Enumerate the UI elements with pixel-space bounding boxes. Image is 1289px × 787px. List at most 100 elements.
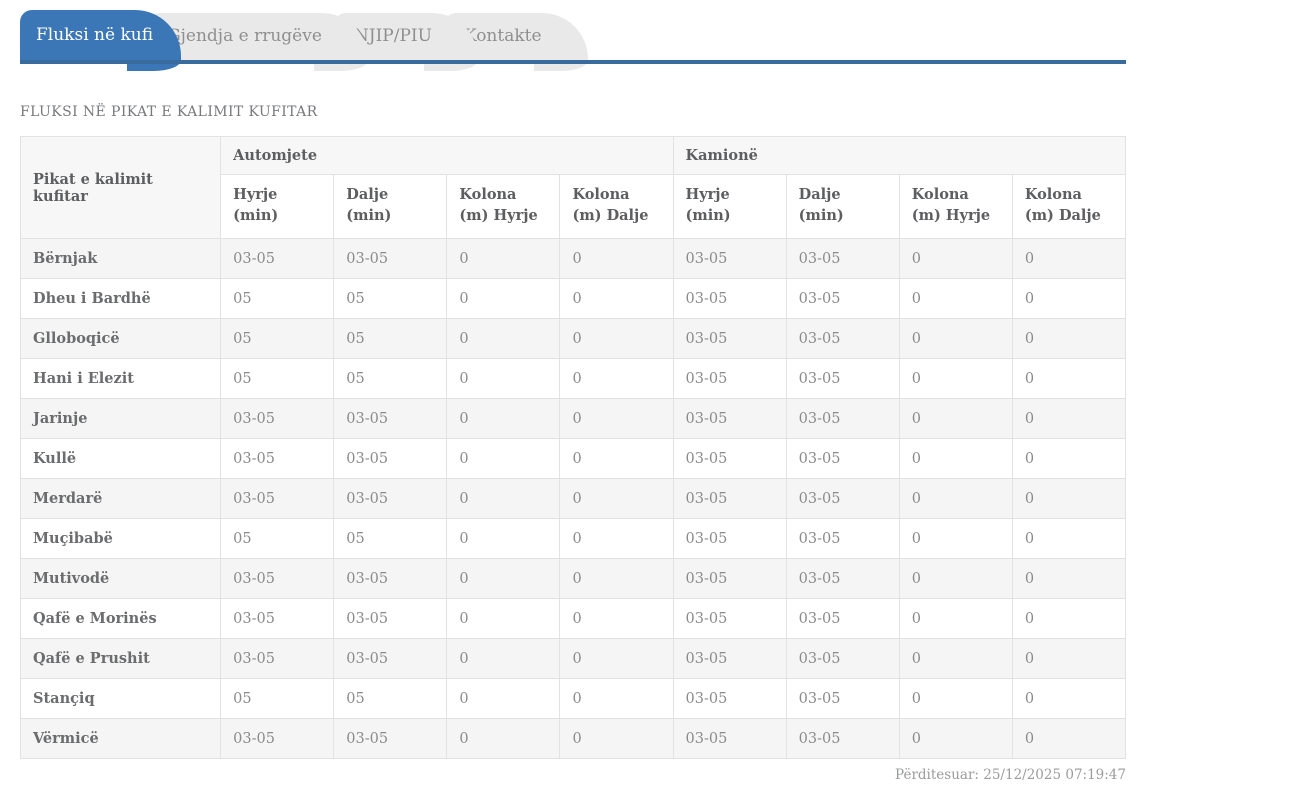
value-cell: 0 — [559, 678, 674, 719]
value-cell: 0 — [898, 238, 1013, 279]
value-cell: 0 — [446, 438, 561, 479]
table-header: Pikat e kalimit kufitar Automjete Kamion… — [19, 136, 1127, 239]
value-cell: 03-05 — [333, 598, 448, 639]
value-cell: 03-05 — [672, 278, 787, 319]
table-row: Vërmicë 03-05 03-05 0 0 03-05 03-05 0 0 — [19, 718, 1127, 759]
page-title: FLUKSI NË PIKAT E KALIMIT KUFITAR — [20, 104, 318, 120]
value-cell: 03-05 — [672, 238, 787, 279]
subheader-kamion-dalje-min: Dalje (min) — [785, 174, 900, 239]
value-cell: 0 — [1011, 238, 1127, 279]
value-cell: 03-05 — [220, 558, 335, 599]
value-cell: 05 — [220, 518, 335, 559]
value-cell: 03-05 — [785, 478, 900, 519]
value-cell: 03-05 — [672, 478, 787, 519]
value-cell: 0 — [446, 478, 561, 519]
value-cell: 03-05 — [333, 238, 448, 279]
subheader-kamion-hyrje-min: Hyrje (min) — [672, 174, 787, 239]
value-cell: 0 — [1011, 318, 1127, 359]
crossing-point-name: Qafë e Prushit — [19, 638, 222, 679]
table-row: Qafë e Morinës 03-05 03-05 0 0 03-05 03-05 0 0 — [19, 598, 1127, 639]
value-cell: 0 — [898, 398, 1013, 439]
value-cell: 03-05 — [785, 598, 900, 639]
tab-underline — [20, 60, 1126, 64]
value-cell: 0 — [446, 278, 561, 319]
table-row: Muçibabë 05 05 0 0 03-05 03-05 0 0 — [19, 518, 1127, 559]
value-cell: 03-05 — [785, 518, 900, 559]
value-cell: 0 — [559, 278, 674, 319]
value-cell: 0 — [1011, 518, 1127, 559]
value-cell: 0 — [898, 438, 1013, 479]
value-cell: 0 — [898, 318, 1013, 359]
value-cell: 0 — [559, 358, 674, 399]
group-header-automjete: Automjete — [220, 136, 674, 175]
value-cell: 05 — [333, 278, 448, 319]
value-cell: 0 — [559, 518, 674, 559]
table-row: Jarinje 03-05 03-05 0 0 03-05 03-05 0 0 — [19, 398, 1127, 439]
value-cell: 0 — [898, 718, 1013, 759]
crossing-point-name: Bërnjak — [19, 238, 222, 279]
value-cell: 05 — [220, 318, 335, 359]
value-cell: 0 — [446, 518, 561, 559]
crossing-point-name: Vërmicë — [19, 718, 222, 759]
value-cell: 0 — [559, 398, 674, 439]
crossing-point-name: Jarinje — [19, 398, 222, 439]
table-row: Stançiq 05 05 0 0 03-05 03-05 0 0 — [19, 678, 1127, 719]
value-cell: 0 — [446, 358, 561, 399]
table-row: Glloboqicë 05 05 0 0 03-05 03-05 0 0 — [19, 318, 1127, 359]
value-cell: 03-05 — [220, 638, 335, 679]
value-cell: 03-05 — [672, 558, 787, 599]
table-row: Merdarë 03-05 03-05 0 0 03-05 03-05 0 0 — [19, 478, 1127, 519]
value-cell: 03-05 — [220, 478, 335, 519]
crossing-point-name: Hani i Elezit — [19, 358, 222, 399]
subheader-auto-dalje-min: Dalje (min) — [333, 174, 448, 239]
value-cell: 03-05 — [672, 438, 787, 479]
value-cell: 0 — [446, 678, 561, 719]
table-row: Kullë 03-05 03-05 0 0 03-05 03-05 0 0 — [19, 438, 1127, 479]
value-cell: 0 — [1011, 558, 1127, 599]
value-cell: 0 — [446, 318, 561, 359]
table-row: Mutivodë 03-05 03-05 0 0 03-05 03-05 0 0 — [19, 558, 1127, 599]
value-cell: 03-05 — [220, 398, 335, 439]
value-cell: 0 — [898, 278, 1013, 319]
subheader-auto-hyrje-min: Hyrje (min) — [220, 174, 335, 239]
value-cell: 05 — [220, 278, 335, 319]
group-header-row: Pikat e kalimit kufitar Automjete Kamion… — [19, 136, 1127, 239]
value-cell: 0 — [446, 238, 561, 279]
value-cell: 0 — [559, 318, 674, 359]
value-cell: 03-05 — [672, 358, 787, 399]
value-cell: 03-05 — [672, 678, 787, 719]
crossing-point-name: Qafë e Morinës — [19, 598, 222, 639]
subheader-auto-kolona-hyrje: Kolona (m) Hyrje — [446, 174, 561, 239]
value-cell: 0 — [446, 558, 561, 599]
value-cell: 0 — [559, 718, 674, 759]
value-cell: 03-05 — [785, 358, 900, 399]
value-cell: 03-05 — [333, 398, 448, 439]
value-cell: 03-05 — [333, 478, 448, 519]
crossing-point-name: Kullë — [19, 438, 222, 479]
crossing-point-name: Stançiq — [19, 678, 222, 719]
value-cell: 03-05 — [785, 678, 900, 719]
value-cell: 0 — [559, 638, 674, 679]
value-cell: 0 — [1011, 678, 1127, 719]
value-cell: 0 — [898, 678, 1013, 719]
value-cell: 0 — [446, 718, 561, 759]
value-cell: 03-05 — [672, 398, 787, 439]
value-cell: 0 — [559, 558, 674, 599]
subheader-kamion-kolona-dalje: Kolona (m) Dalje — [1011, 174, 1127, 239]
value-cell: 05 — [333, 518, 448, 559]
last-updated-timestamp: Përditesuar: 25/12/2025 07:19:47 — [895, 767, 1126, 783]
value-cell: 05 — [333, 318, 448, 359]
value-cell: 03-05 — [672, 518, 787, 559]
crossing-point-name: Muçibabë — [19, 518, 222, 559]
value-cell: 03-05 — [333, 718, 448, 759]
value-cell: 03-05 — [333, 638, 448, 679]
value-cell: 0 — [1011, 598, 1127, 639]
value-cell: 03-05 — [785, 238, 900, 279]
value-cell: 03-05 — [220, 718, 335, 759]
value-cell: 0 — [898, 478, 1013, 519]
value-cell: 05 — [333, 678, 448, 719]
tab-fluksi-ne-kufi[interactable]: Fluksi në kufi — [20, 10, 182, 71]
value-cell: 0 — [898, 598, 1013, 639]
value-cell: 0 — [1011, 478, 1127, 519]
value-cell: 0 — [898, 638, 1013, 679]
